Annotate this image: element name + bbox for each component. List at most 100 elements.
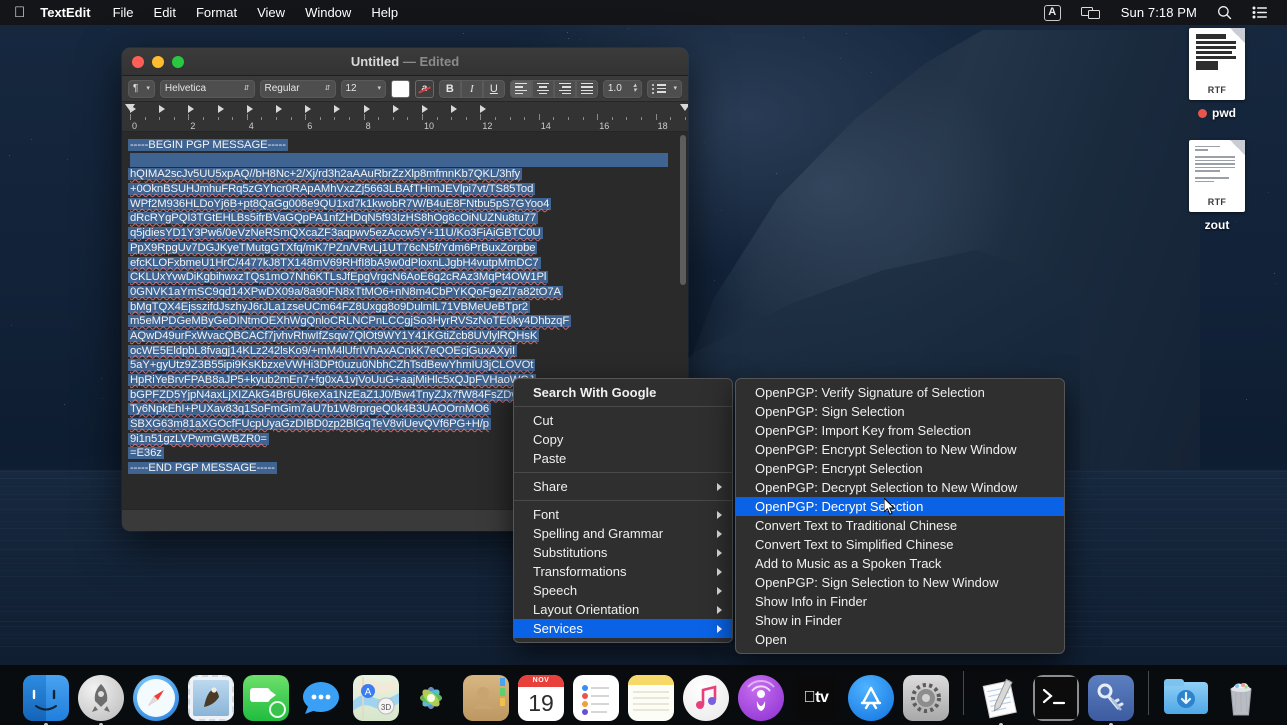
font-style-dropdown[interactable]: Regular ⇵ xyxy=(260,80,336,98)
control-center-icon[interactable] xyxy=(1243,0,1277,25)
desktop-icon-zout[interactable]: RTF zout xyxy=(1174,140,1260,234)
context-menu[interactable]: Search With GoogleCutCopyPasteShareFontS… xyxy=(513,378,733,643)
zoom-button[interactable] xyxy=(172,56,184,68)
scrollbar-thumb[interactable] xyxy=(680,135,686,285)
ruler-tab-marker[interactable] xyxy=(305,105,311,113)
services-menu-item[interactable]: Open xyxy=(736,630,1064,649)
services-menu-item[interactable]: Convert Text to Simplified Chinese xyxy=(736,535,1064,554)
menu-item-view[interactable]: View xyxy=(247,0,295,25)
services-menu-item[interactable]: OpenPGP: Decrypt Selection to New Window xyxy=(736,478,1064,497)
list-style-dropdown[interactable]: ▾ xyxy=(647,80,682,98)
italic-button[interactable]: I xyxy=(461,80,483,98)
dock-item-finder[interactable] xyxy=(23,675,69,721)
dock-item-notes[interactable] xyxy=(628,675,674,721)
font-size-dropdown[interactable]: 12 ▾ xyxy=(341,80,387,98)
document-ruler[interactable]: 024681012141618 xyxy=(122,102,688,132)
context-menu-item[interactable]: Cut xyxy=(514,411,732,430)
paragraph-style-dropdown[interactable]: ¶ ▾ xyxy=(128,80,155,98)
dock-item-system-preferences[interactable] xyxy=(903,675,949,721)
text-color-button[interactable]: a xyxy=(415,80,434,98)
dock-item-appstore[interactable] xyxy=(848,675,894,721)
right-indent-marker[interactable] xyxy=(680,104,688,111)
dock-item-downloads[interactable] xyxy=(1163,675,1209,721)
dock[interactable]: A3D NOV19 tv xyxy=(0,665,1287,725)
ruler-tab-marker[interactable] xyxy=(451,105,457,113)
align-center-button[interactable] xyxy=(532,80,554,98)
menu-item-help[interactable]: Help xyxy=(361,0,408,25)
services-submenu[interactable]: OpenPGP: Verify Signature of SelectionOp… xyxy=(735,378,1065,654)
line-spacing-dropdown[interactable]: 1.0 ▴▾ xyxy=(603,80,642,98)
dock-item-terminal[interactable] xyxy=(1033,675,1079,721)
window-titlebar[interactable]: Untitled — Edited xyxy=(122,48,688,76)
ruler-tab-marker[interactable] xyxy=(188,105,194,113)
context-menu-item[interactable]: Substitutions xyxy=(514,543,732,562)
menu-bar-clock[interactable]: Sun 7:18 PM xyxy=(1112,0,1206,25)
ruler-tab-marker[interactable] xyxy=(159,105,165,113)
close-button[interactable] xyxy=(132,56,144,68)
services-menu-item[interactable]: Add to Music as a Spoken Track xyxy=(736,554,1064,573)
context-menu-item[interactable]: Copy xyxy=(514,430,732,449)
font-family-dropdown[interactable]: Helvetica ⇵ xyxy=(160,80,255,98)
dock-item-messages[interactable] xyxy=(298,675,344,721)
bold-button[interactable]: B xyxy=(439,80,461,98)
ruler-tab-marker[interactable] xyxy=(480,105,486,113)
ruler-tab-marker[interactable] xyxy=(364,105,370,113)
context-menu-item[interactable]: Spelling and Grammar xyxy=(514,524,732,543)
services-menu-item[interactable]: OpenPGP: Sign Selection to New Window xyxy=(736,573,1064,592)
context-menu-item[interactable]: Layout Orientation xyxy=(514,600,732,619)
services-menu-item[interactable]: OpenPGP: Decrypt Selection xyxy=(736,497,1064,516)
align-justify-button[interactable] xyxy=(576,80,598,98)
desktop-icon-pwd[interactable]: RTF pwd xyxy=(1174,28,1260,123)
align-left-button[interactable] xyxy=(510,80,532,98)
ruler-tab-marker[interactable] xyxy=(393,105,399,113)
dock-item-maps[interactable]: A3D xyxy=(353,675,399,721)
align-right-button[interactable] xyxy=(554,80,576,98)
menu-item-file[interactable]: File xyxy=(103,0,144,25)
search-icon[interactable] xyxy=(1208,0,1241,25)
ruler-tab-marker[interactable] xyxy=(247,105,253,113)
dock-item-launchpad[interactable] xyxy=(78,675,124,721)
dock-item-appletv[interactable]: tv xyxy=(793,675,839,721)
input-source-icon[interactable]: A xyxy=(1035,0,1070,25)
ruler-tab-marker[interactable] xyxy=(422,105,428,113)
ruler-tab-marker[interactable] xyxy=(334,105,340,113)
services-menu-item[interactable]: Show Info in Finder xyxy=(736,592,1064,611)
services-menu-item[interactable]: OpenPGP: Encrypt Selection xyxy=(736,459,1064,478)
services-menu-item[interactable]: OpenPGP: Sign Selection xyxy=(736,402,1064,421)
underline-button[interactable]: U xyxy=(483,80,505,98)
menu-item-format[interactable]: Format xyxy=(186,0,247,25)
dock-item-keychain-access[interactable] xyxy=(1088,675,1134,721)
services-menu-item[interactable]: OpenPGP: Encrypt Selection to New Window xyxy=(736,440,1064,459)
menu-item-window[interactable]: Window xyxy=(295,0,361,25)
context-menu-item[interactable]: Speech xyxy=(514,581,732,600)
dock-item-trash[interactable] xyxy=(1218,675,1264,721)
ruler-tab-marker[interactable] xyxy=(276,105,282,113)
menu-item-edit[interactable]: Edit xyxy=(144,0,186,25)
background-color-swatch[interactable] xyxy=(391,80,410,98)
context-menu-item[interactable]: Share xyxy=(514,477,732,496)
dock-item-music[interactable] xyxy=(683,675,729,721)
dock-item-calendar[interactable]: NOV19 xyxy=(518,675,564,721)
services-menu-item[interactable]: OpenPGP: Import Key from Selection xyxy=(736,421,1064,440)
context-menu-item[interactable]: Font xyxy=(514,505,732,524)
left-indent-marker[interactable] xyxy=(125,104,135,111)
dock-item-photos[interactable] xyxy=(408,675,454,721)
menu-app-name[interactable]: TextEdit xyxy=(38,0,102,25)
minimize-button[interactable] xyxy=(152,56,164,68)
dock-item-mail[interactable] xyxy=(188,675,234,721)
context-menu-item[interactable]: Services xyxy=(514,619,732,638)
context-menu-item[interactable]: Paste xyxy=(514,449,732,468)
context-menu-item[interactable]: Transformations xyxy=(514,562,732,581)
apple-menu-icon[interactable]:  xyxy=(0,0,38,25)
services-menu-item[interactable]: Show in Finder xyxy=(736,611,1064,630)
services-menu-item[interactable]: Convert Text to Traditional Chinese xyxy=(736,516,1064,535)
dock-item-textedit[interactable] xyxy=(978,675,1024,721)
dock-item-facetime[interactable] xyxy=(243,675,289,721)
dock-item-reminders[interactable] xyxy=(573,675,619,721)
context-menu-item[interactable]: Search With Google xyxy=(514,383,732,402)
dock-item-contacts[interactable] xyxy=(463,675,509,721)
dock-item-safari[interactable] xyxy=(133,675,179,721)
services-menu-item[interactable]: OpenPGP: Verify Signature of Selection xyxy=(736,383,1064,402)
screen-mirroring-icon[interactable] xyxy=(1072,0,1110,25)
dock-item-podcasts[interactable] xyxy=(738,675,784,721)
